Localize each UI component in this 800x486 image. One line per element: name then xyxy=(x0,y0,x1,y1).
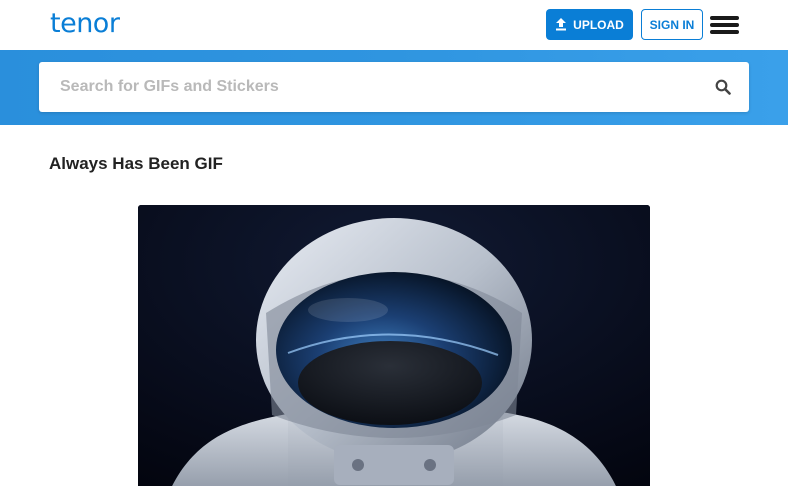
astronaut-gif-illustration xyxy=(138,205,650,486)
search-band xyxy=(0,50,788,125)
tenor-logo[interactable]: tenor xyxy=(50,8,120,39)
search-input[interactable] xyxy=(39,62,699,112)
top-navigation-bar: tenor UPLOAD SIGN IN xyxy=(0,0,788,50)
menu-line xyxy=(710,23,739,27)
gif-image[interactable] xyxy=(138,205,650,486)
sign-in-button[interactable]: SIGN IN xyxy=(641,9,703,40)
magnifier-glyph xyxy=(715,79,731,95)
upload-button-label: UPLOAD xyxy=(573,17,624,32)
page-title: Always Has Been GIF xyxy=(49,154,223,173)
menu-line xyxy=(710,16,739,20)
menu-line xyxy=(710,30,739,34)
search-icon[interactable] xyxy=(711,75,735,99)
upload-button[interactable]: UPLOAD xyxy=(546,9,633,40)
sign-in-button-label: SIGN IN xyxy=(649,17,695,32)
upload-arrow-icon xyxy=(556,18,567,31)
search-box xyxy=(39,62,749,112)
hamburger-menu-icon[interactable] xyxy=(710,14,740,36)
